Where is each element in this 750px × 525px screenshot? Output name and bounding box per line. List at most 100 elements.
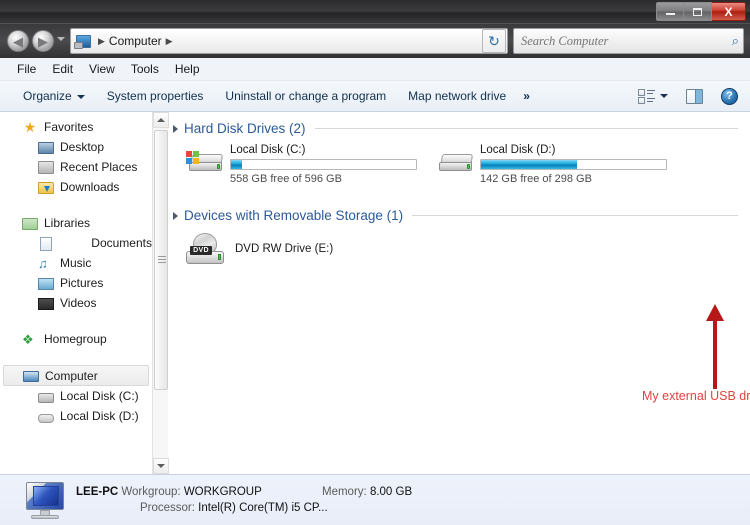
breadcrumb-separator-1[interactable]: ▶: [98, 36, 105, 47]
sidebar-label-desktop: Desktop: [60, 140, 105, 154]
search-input[interactable]: [521, 33, 729, 49]
sidebar-item-libraries[interactable]: Libraries: [0, 213, 152, 233]
help-icon[interactable]: ?: [721, 87, 738, 105]
sidebar-item-local-disk-c[interactable]: Local Disk (C:): [0, 386, 152, 406]
minimize-button[interactable]: [656, 2, 684, 21]
sidebar-item-downloads[interactable]: Downloads: [0, 177, 152, 197]
menu-edit[interactable]: Edit: [44, 60, 81, 78]
menu-tools[interactable]: Tools: [123, 60, 167, 78]
sidebar-item-music[interactable]: ♫ Music: [0, 253, 152, 273]
history-dropdown-icon[interactable]: [57, 37, 65, 41]
sidebar-label-pictures: Pictures: [60, 276, 104, 290]
address-bar[interactable]: ▶ Computer ▶: [70, 28, 508, 54]
scrollbar-thumb[interactable]: [154, 130, 168, 390]
navigation-scrollbar[interactable]: [152, 112, 169, 474]
device-name-dvd: DVD RW Drive (E:): [235, 243, 334, 255]
search-icon[interactable]: ⌕: [732, 33, 739, 49]
status-bar: [0, 474, 750, 525]
sidebar-label-documents: Documents: [91, 236, 152, 250]
sidebar-label-homegroup: Homegroup: [44, 332, 107, 346]
sidebar-item-favorites[interactable]: ★ Favorites: [0, 117, 152, 137]
title-bar: X: [0, 0, 750, 24]
status-line-memory: Memory: 8.00 GB: [322, 486, 412, 498]
menu-bar: File Edit View Tools Help: [0, 58, 750, 81]
search-box[interactable]: ⌕: [513, 28, 744, 54]
hdd-c-icon: [38, 392, 54, 403]
forward-button[interactable]: ▶: [32, 30, 54, 52]
back-icon: ◀: [13, 33, 23, 49]
toolbar-right-group: ?: [638, 87, 750, 105]
status-processor-key: Processor:: [140, 502, 195, 514]
sidebar-label-downloads: Downloads: [60, 180, 120, 194]
window-controls: X: [656, 2, 746, 21]
sidebar-item-videos[interactable]: Videos: [0, 293, 152, 313]
sidebar-label-libraries: Libraries: [44, 216, 91, 230]
sidebar-item-documents[interactable]: Documents: [0, 233, 152, 253]
system-properties-button[interactable]: System properties: [96, 86, 215, 106]
collapse-triangle-icon[interactable]: [173, 124, 178, 133]
refresh-button[interactable]: ↻: [482, 29, 506, 53]
drive-capacity-c: 558 GB free of 596 GB: [230, 173, 342, 185]
star-icon: ★: [23, 118, 37, 135]
group-header-hard-disk-drives[interactable]: Hard Disk Drives (2): [171, 121, 750, 136]
dvd-badge: DVD: [190, 246, 212, 255]
nav-group-computer: Computer Local Disk (C:) Local Disk (D:): [0, 365, 152, 426]
device-tile-dvd[interactable]: DVD DVD RW Drive (E:): [183, 228, 333, 266]
nav-group-favorites: ★ Favorites Desktop Recent Places Downlo…: [0, 117, 152, 197]
maximize-icon: [693, 7, 702, 16]
capacity-bar-c: [230, 159, 417, 170]
drive-tile-d[interactable]: Local Disk (D:) 142 GB free of 298 GB: [433, 142, 667, 185]
change-view-chevron-down-icon[interactable]: [660, 94, 668, 98]
sidebar-item-recent-places[interactable]: Recent Places: [0, 157, 152, 177]
sidebar-item-computer[interactable]: Computer: [3, 365, 149, 386]
content-pane: Hard Disk Drives (2) Local Disk (C:) 558…: [169, 112, 750, 474]
chevron-down-icon: [157, 464, 165, 468]
body-area: ★ Favorites Desktop Recent Places Downlo…: [0, 112, 750, 474]
close-icon: X: [724, 4, 733, 19]
map-network-drive-button[interactable]: Map network drive: [397, 86, 517, 106]
organize-button[interactable]: Organize: [12, 86, 96, 106]
videos-icon: [38, 298, 54, 310]
toolbar-overflow-button[interactable]: »: [517, 86, 536, 106]
change-view-icon[interactable]: [638, 88, 656, 105]
group-header-removable-storage[interactable]: Devices with Removable Storage (1): [171, 208, 750, 223]
sidebar-label-favorites: Favorites: [44, 120, 94, 134]
sidebar-item-homegroup[interactable]: ❖ Homegroup: [0, 329, 152, 349]
drive-info-d: Local Disk (D:) 142 GB free of 298 GB: [480, 142, 667, 185]
close-button[interactable]: X: [712, 2, 746, 21]
minimize-icon: [665, 13, 675, 15]
maximize-button[interactable]: [684, 2, 712, 21]
sidebar-item-desktop[interactable]: Desktop: [0, 137, 152, 157]
status-memory-key: Memory:: [322, 486, 367, 498]
system-hdd-icon: [183, 142, 227, 182]
explorer-window: X ◀ ▶ ▶ Computer ▶ ↻ ⌕ File Edit View To…: [0, 0, 750, 525]
group-title-hard-disk-drives: Hard Disk Drives (2): [184, 121, 306, 136]
sidebar-item-pictures[interactable]: Pictures: [0, 273, 152, 293]
drive-info-c: Local Disk (C:) 558 GB free of 596 GB: [230, 142, 417, 185]
collapse-triangle-icon[interactable]: [173, 211, 178, 220]
back-button[interactable]: ◀: [7, 30, 29, 52]
nav-group-homegroup: ❖ Homegroup: [0, 329, 152, 349]
nav-group-libraries: Libraries Documents ♫ Music Pictures Vid…: [0, 213, 152, 313]
annotation-arrow-icon: [705, 304, 727, 389]
hdd-icon: [433, 142, 477, 182]
breadcrumb-separator-2[interactable]: ▶: [166, 36, 173, 47]
uninstall-program-button[interactable]: Uninstall or change a program: [214, 86, 397, 106]
sidebar-label-music: Music: [60, 256, 92, 270]
drive-tile-c[interactable]: Local Disk (C:) 558 GB free of 596 GB: [183, 142, 417, 185]
sidebar-label-local-disk-d: Local Disk (D:): [60, 409, 139, 423]
menu-help[interactable]: Help: [167, 60, 208, 78]
pictures-icon: [38, 278, 54, 290]
sidebar-item-local-disk-d[interactable]: Local Disk (D:): [0, 406, 152, 426]
menu-file[interactable]: File: [9, 60, 44, 78]
sidebar-label-recent-places: Recent Places: [60, 160, 138, 174]
drive-capacity-d: 142 GB free of 298 GB: [480, 173, 592, 185]
scroll-up-button[interactable]: [153, 112, 169, 128]
hdd-d-icon: [38, 413, 54, 423]
scroll-down-button[interactable]: [153, 458, 169, 474]
preview-pane-icon[interactable]: [686, 88, 703, 104]
breadcrumb-computer[interactable]: Computer: [109, 34, 162, 48]
hard-disk-drive-tiles: Local Disk (C:) 558 GB free of 596 GB Lo…: [169, 136, 750, 202]
drive-name-d: Local Disk (D:): [480, 144, 556, 156]
menu-view[interactable]: View: [81, 60, 123, 78]
